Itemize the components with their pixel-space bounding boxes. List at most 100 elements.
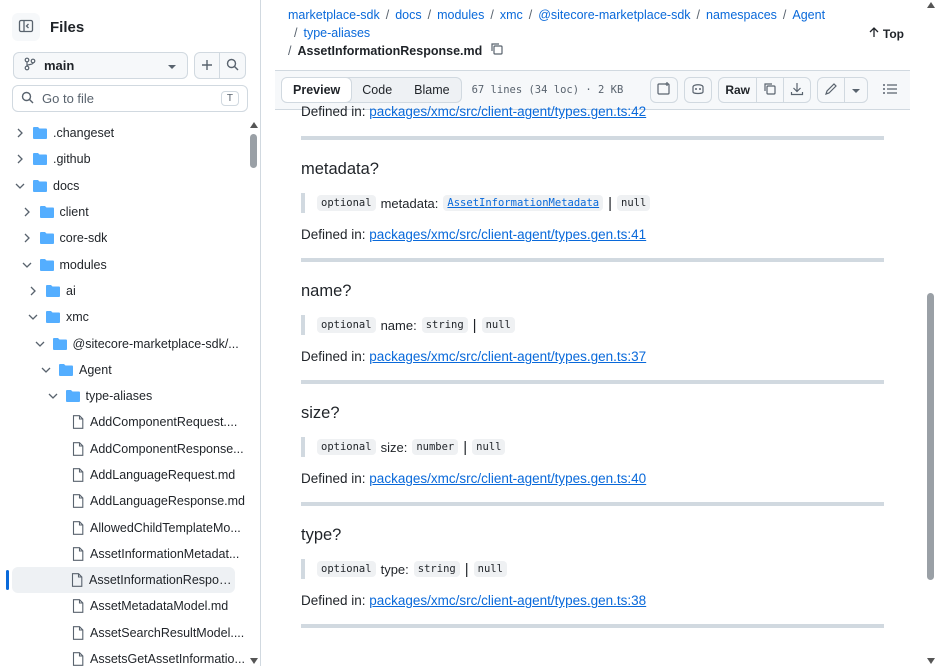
breadcrumb-link[interactable]: xmc [500,8,523,22]
chevron-down-icon[interactable] [39,366,53,374]
tree-file-item[interactable]: AssetMetadataModel.md [0,593,248,619]
page-scrollbar[interactable] [924,0,936,666]
tree-item-label: type-aliases [85,389,153,404]
sidebar-scrollbar[interactable] [248,120,260,666]
breadcrumb-link[interactable]: modules [437,8,484,22]
tree-file-item[interactable]: AddComponentRequest.... [0,409,248,435]
null-type: null [617,195,651,211]
tree-folder-item[interactable]: .github [0,146,248,172]
tree-folder-item[interactable]: type-aliases [0,383,248,409]
branch-selector[interactable]: main [13,52,188,79]
type-name: number [412,439,459,455]
defined-in-label: Defined in: [301,349,370,364]
chevron-down-icon[interactable] [20,261,34,269]
tree-file-item[interactable]: AssetSearchResultModel.... [0,620,248,646]
tree-folder-item[interactable]: client [0,199,248,225]
property-signature: optional type: string | null [301,559,885,579]
plus-icon [201,58,213,74]
chevron-right-icon[interactable] [20,233,34,243]
open-codespace-button[interactable] [650,77,679,103]
tab-preview[interactable]: Preview [281,78,353,102]
property-name: name [380,317,414,333]
tree-file-item[interactable]: AssetInformationRespons... [6,567,235,594]
tab-code[interactable]: Code [351,78,403,102]
chevron-right-icon[interactable] [13,128,27,138]
edit-dropdown-button[interactable] [845,78,867,102]
source-link[interactable]: packages/xmc/src/client-agent/types.gen.… [369,471,646,486]
type-link[interactable]: AssetInformationMetadata [443,195,604,211]
copy-raw-button[interactable] [757,78,784,102]
go-to-file-input[interactable]: Go to file T [12,85,248,112]
breadcrumb-link[interactable]: type-aliases [303,26,370,40]
caret-down-icon [167,58,177,73]
tree-folder-item[interactable]: core-sdk [0,225,248,251]
tree-file-item[interactable]: AssetsGetAssetInformatio... [0,646,248,666]
source-link[interactable]: packages/xmc/src/client-agent/types.gen.… [369,349,646,364]
defined-in-line: Defined in: packages/xmc/src/client-agen… [301,593,885,608]
branch-row: main [13,52,246,79]
breadcrumb-link[interactable]: Agent [792,8,825,22]
breadcrumb-link[interactable]: namespaces [706,8,777,22]
defined-in-line: Defined in: packages/xmc/src/client-agen… [301,227,885,242]
tree-folder-item[interactable]: ai [0,278,248,304]
scroll-down-arrow-icon[interactable] [250,658,258,664]
breadcrumb-link[interactable]: marketplace-sdk [288,8,380,22]
optional-badge: optional [317,439,376,455]
property-name: type [380,561,406,577]
scrollbar-thumb[interactable] [927,293,934,580]
breadcrumb-link[interactable]: @sitecore-marketplace-sdk [538,8,690,22]
chevron-down-icon[interactable] [26,313,40,321]
chevron-right-icon[interactable] [13,154,27,164]
search-icon [21,91,34,107]
tree-file-item[interactable]: AddComponentResponse... [0,436,248,462]
top-button[interactable]: Top [869,27,904,41]
tree-folder-item[interactable]: docs [0,173,248,199]
chevron-right-icon[interactable] [20,207,34,217]
tree-folder-item[interactable]: Agent [0,357,248,383]
file-icon [72,494,84,509]
file-icon [72,468,84,482]
tree-file-item[interactable]: AssetInformationMetadat... [0,541,248,567]
null-type: null [473,561,507,577]
chevron-down-icon[interactable] [46,392,60,400]
scroll-up-arrow-icon[interactable] [927,2,935,8]
property-signature: optional size: number | null [301,437,885,457]
tree-folder-item[interactable]: modules [0,251,248,277]
scroll-up-arrow-icon[interactable] [250,122,258,128]
folder-open-icon [33,179,47,192]
add-file-button[interactable] [194,52,220,79]
folder-open-icon [65,390,80,403]
outline-button[interactable] [876,77,904,103]
breadcrumb-link[interactable]: docs [395,8,421,22]
edit-button[interactable] [818,78,845,102]
tree-folder-item[interactable]: xmc [0,304,248,330]
tree-file-item[interactable]: AllowedChildTemplateMo... [0,514,248,540]
keyboard-shortcut: T [220,91,239,106]
type-name: string [421,317,468,333]
caret-down-icon [851,83,861,97]
chevron-down-icon[interactable] [33,340,47,348]
breadcrumb-separator: / [427,8,432,22]
scroll-down-arrow-icon[interactable] [927,658,935,664]
tree-folder-item[interactable]: @sitecore-marketplace-sdk/... [0,330,248,356]
tree-folder-item[interactable]: .changeset [0,120,248,146]
optional-badge: optional [317,561,376,577]
source-link[interactable]: packages/xmc/src/client-agent/types.gen.… [369,227,646,242]
chevron-right-icon[interactable] [26,286,40,296]
download-button[interactable] [784,78,810,102]
source-link[interactable]: packages/xmc/src/client-agent/types.gen.… [369,593,646,608]
copilot-button[interactable] [684,77,713,103]
tree-item-label: AssetInformationMetadat... [90,546,240,561]
collapse-sidebar-button[interactable] [12,13,40,41]
property-name: size [380,439,404,455]
tree-file-item[interactable]: AddLanguageResponse.md [0,488,248,514]
property-signature: optional metadata: AssetInformationMetadat… [301,193,885,213]
tree-file-item[interactable]: AddLanguageRequest.md [0,462,248,488]
source-link[interactable]: packages/xmc/src/client-agent/types.gen.… [369,104,646,119]
search-files-button[interactable] [220,52,246,79]
copy-path-icon[interactable] [490,42,504,61]
chevron-down-icon[interactable] [13,182,27,190]
scrollbar-thumb[interactable] [250,134,257,168]
tab-blame[interactable]: Blame [403,78,460,102]
raw-button[interactable]: Raw [719,78,757,102]
